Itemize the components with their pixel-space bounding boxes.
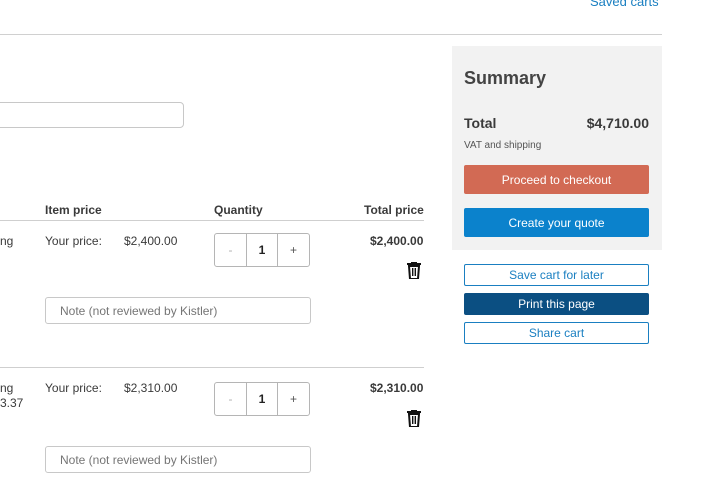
row-total-value: $2,310.00 bbox=[370, 381, 424, 395]
quantity-decrease-button[interactable]: - bbox=[215, 234, 246, 266]
cart-search-input[interactable] bbox=[0, 102, 184, 128]
print-page-button[interactable]: Print this page bbox=[464, 293, 649, 315]
summary-total-amount: $4,710.00 bbox=[586, 115, 649, 131]
quantity-stepper[interactable]: - 1 + bbox=[214, 233, 310, 267]
summary-panel: Summary Total $4,710.00 VAT and shipping… bbox=[452, 46, 662, 250]
product-name: ng bbox=[0, 234, 14, 248]
column-header-item-price: Item price bbox=[45, 203, 102, 217]
item-price-value: $2,310.00 bbox=[124, 381, 178, 395]
item-price-value: $2,400.00 bbox=[124, 234, 178, 248]
item-note-input[interactable] bbox=[45, 297, 311, 324]
quantity-increase-button[interactable]: + bbox=[278, 234, 309, 266]
trash-icon[interactable] bbox=[407, 410, 421, 427]
vat-shipping-note: VAT and shipping bbox=[464, 140, 542, 151]
quantity-decrease-button[interactable]: - bbox=[215, 383, 246, 415]
column-header-total-price: Total price bbox=[364, 203, 424, 217]
header-divider bbox=[0, 34, 662, 35]
trash-icon[interactable] bbox=[407, 262, 421, 279]
quantity-increase-button[interactable]: + bbox=[278, 383, 309, 415]
create-quote-button[interactable]: Create your quote bbox=[464, 208, 649, 237]
proceed-to-checkout-button[interactable]: Proceed to checkout bbox=[464, 165, 649, 194]
your-price-label: Your price: bbox=[45, 234, 102, 248]
product-code: 3.37 bbox=[0, 396, 24, 410]
save-cart-button[interactable]: Save cart for later bbox=[464, 264, 649, 286]
item-note-input[interactable] bbox=[45, 446, 311, 473]
share-cart-button[interactable]: Share cart bbox=[464, 322, 649, 344]
saved-carts-link[interactable]: Saved carts bbox=[590, 0, 659, 9]
column-header-quantity: Quantity bbox=[214, 203, 263, 217]
quantity-stepper[interactable]: - 1 + bbox=[214, 382, 310, 416]
row-divider bbox=[0, 367, 424, 368]
quantity-value[interactable]: 1 bbox=[246, 383, 278, 415]
quantity-value[interactable]: 1 bbox=[246, 234, 278, 266]
product-name: ng bbox=[0, 381, 14, 395]
table-header-divider bbox=[0, 220, 424, 221]
summary-title: Summary bbox=[464, 68, 547, 88]
summary-total-label: Total bbox=[464, 115, 497, 131]
row-total-value: $2,400.00 bbox=[370, 234, 424, 248]
your-price-label: Your price: bbox=[45, 381, 102, 395]
